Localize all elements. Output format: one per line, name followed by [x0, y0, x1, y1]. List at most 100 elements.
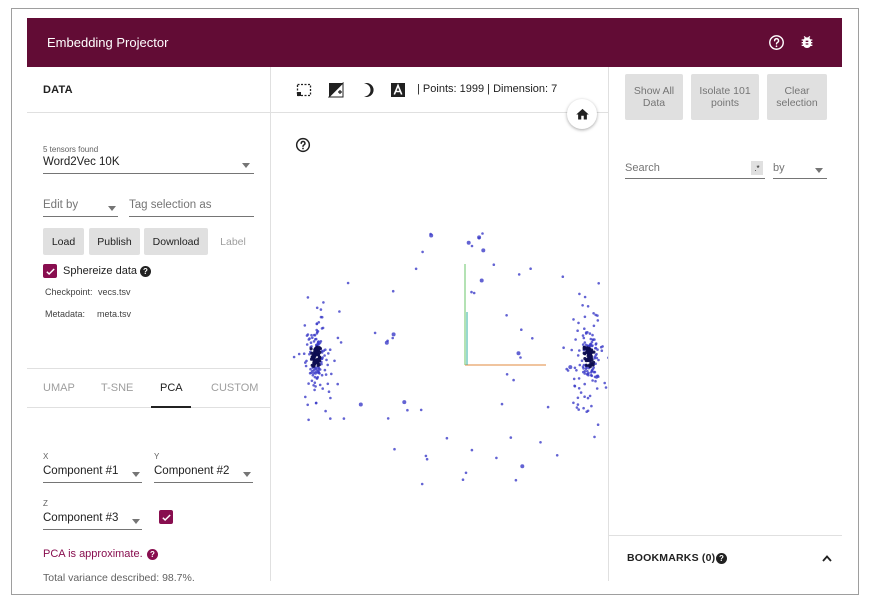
- scatter-point[interactable]: [517, 273, 521, 276]
- scatter-point[interactable]: [306, 333, 310, 336]
- scatter-point[interactable]: [592, 366, 595, 369]
- scatter-point[interactable]: [597, 282, 600, 285]
- scatter-point[interactable]: [578, 292, 581, 296]
- scatter-point[interactable]: [576, 354, 580, 357]
- scatter-point[interactable]: [310, 333, 313, 337]
- pca-z-checkbox[interactable]: [159, 510, 173, 524]
- scatter-point[interactable]: [310, 379, 314, 383]
- scatter-point[interactable]: [333, 359, 336, 363]
- scatter-point[interactable]: [342, 417, 346, 420]
- scatter-point[interactable]: [575, 406, 579, 409]
- scatter-point[interactable]: [461, 478, 465, 482]
- help-icon[interactable]: ?: [147, 549, 158, 560]
- scatter-point[interactable]: [581, 304, 584, 307]
- scatter-point[interactable]: [586, 372, 589, 376]
- scatter-point[interactable]: [583, 395, 586, 399]
- show-all-data-button[interactable]: Show All Data: [625, 74, 683, 120]
- scatter-point[interactable]: [596, 319, 600, 322]
- scatter-point[interactable]: [578, 363, 582, 367]
- scatter-point[interactable]: [595, 374, 599, 378]
- publish-button[interactable]: Publish: [89, 228, 140, 255]
- scatter-point[interactable]: [600, 349, 604, 353]
- scatter-point[interactable]: [591, 338, 595, 342]
- projector-canvas[interactable]: | Points: 1999 | Dimension: 7: [271, 67, 608, 581]
- scatter-point[interactable]: [470, 244, 474, 248]
- scatter-point[interactable]: [466, 240, 471, 245]
- scatter-point[interactable]: [305, 343, 309, 346]
- reset-view-button[interactable]: [567, 99, 597, 129]
- scatter-point[interactable]: [315, 377, 319, 380]
- scatter-point[interactable]: [306, 403, 309, 407]
- scatter-point[interactable]: [393, 447, 396, 451]
- scatter-point[interactable]: [581, 334, 585, 337]
- scatter-point[interactable]: [587, 350, 592, 355]
- scatter-point[interactable]: [318, 383, 322, 387]
- scatter-point[interactable]: [302, 352, 306, 356]
- scatter-point[interactable]: [584, 343, 588, 347]
- scatter-point[interactable]: [320, 362, 323, 366]
- scatter-point[interactable]: [604, 386, 608, 389]
- scatter-point[interactable]: [391, 289, 395, 293]
- scatter-point[interactable]: [589, 343, 592, 346]
- scatter-point[interactable]: [313, 381, 317, 385]
- scatter-point[interactable]: [575, 369, 578, 372]
- scatter-point[interactable]: [586, 396, 590, 400]
- scatter-point[interactable]: [307, 382, 310, 385]
- scatter-point[interactable]: [308, 337, 311, 340]
- label-button[interactable]: Label: [214, 228, 252, 255]
- scatter-point[interactable]: [420, 482, 424, 486]
- scatter-point[interactable]: [585, 410, 588, 414]
- scatter-point[interactable]: [529, 267, 532, 270]
- scatter-point[interactable]: [603, 381, 606, 385]
- scatter-point[interactable]: [531, 337, 534, 340]
- scatter-point[interactable]: [329, 396, 332, 400]
- scatter-point[interactable]: [591, 379, 594, 382]
- scatter-point[interactable]: [562, 346, 565, 350]
- scatter-point[interactable]: [594, 379, 597, 383]
- scatter-point[interactable]: [583, 341, 587, 344]
- scatter-point[interactable]: [584, 367, 588, 371]
- scatter-point[interactable]: [577, 321, 580, 325]
- pca-y-select[interactable]: Component #2: [154, 465, 253, 483]
- scatter-point[interactable]: [425, 457, 429, 461]
- scatter-point[interactable]: [574, 338, 577, 341]
- scatter-point[interactable]: [315, 322, 319, 325]
- scatter-point[interactable]: [572, 318, 575, 321]
- scatter-point[interactable]: [492, 263, 496, 266]
- scatter-point[interactable]: [297, 352, 301, 356]
- scatter-point[interactable]: [402, 400, 407, 405]
- scatter-point[interactable]: [581, 365, 585, 369]
- scatter-point[interactable]: [597, 358, 600, 362]
- scatter-point[interactable]: [584, 332, 588, 335]
- scatter-point[interactable]: [579, 391, 583, 394]
- tab-tsne[interactable]: T-SNE: [101, 382, 133, 394]
- scatter-point[interactable]: [512, 378, 515, 382]
- scatter-point[interactable]: [307, 418, 310, 422]
- scatter-point[interactable]: [309, 367, 312, 371]
- scatter-point[interactable]: [546, 405, 550, 409]
- scatter-point[interactable]: [572, 401, 575, 405]
- scatter-point[interactable]: [505, 373, 509, 376]
- scatter-point[interactable]: [561, 275, 565, 278]
- scatter-point[interactable]: [386, 417, 390, 420]
- tab-custom[interactable]: CUSTOM: [211, 382, 258, 394]
- bookmarks-panel[interactable]: BOOKMARKS (0) ?: [609, 535, 842, 581]
- sphereize-checkbox[interactable]: [43, 264, 57, 278]
- scatter-point[interactable]: [519, 356, 522, 359]
- scatter-point[interactable]: [576, 329, 579, 333]
- scatter-point[interactable]: [309, 347, 313, 351]
- scatter-point[interactable]: [578, 349, 581, 352]
- scatter-point[interactable]: [424, 454, 428, 458]
- scatter-point[interactable]: [577, 408, 580, 411]
- scatter-point[interactable]: [321, 387, 324, 390]
- scatter-point[interactable]: [583, 357, 587, 361]
- scatter-point[interactable]: [593, 435, 596, 439]
- scatter-point[interactable]: [582, 336, 586, 340]
- scatter-point[interactable]: [582, 351, 586, 355]
- scatter-point[interactable]: [595, 387, 599, 390]
- scatter-point[interactable]: [500, 402, 504, 406]
- scatter-point[interactable]: [577, 387, 581, 390]
- scatter-point[interactable]: [319, 315, 323, 319]
- scatter-point[interactable]: [317, 366, 320, 370]
- scatter-point[interactable]: [312, 384, 315, 387]
